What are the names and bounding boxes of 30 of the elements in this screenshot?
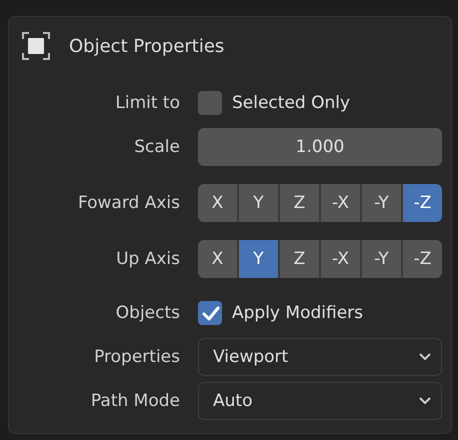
panel-title: Object Properties <box>69 36 224 56</box>
object-icon <box>22 32 50 60</box>
field-label: Foward Axis <box>76 193 180 213</box>
field-label: Path Mode <box>90 391 180 411</box>
chevron-down-icon <box>419 397 431 405</box>
axis-toggle[interactable]: -Y <box>362 240 401 278</box>
field-label: Objects <box>114 303 180 323</box>
axis-toggle[interactable]: -Z <box>403 184 442 222</box>
axis-toggle[interactable]: -X <box>321 240 360 278</box>
axis-toggle[interactable]: -Z <box>403 240 442 278</box>
field-label: Limit to <box>114 93 180 113</box>
axis-toggle[interactable]: -X <box>321 184 360 222</box>
checkbox-label: Selected Only <box>232 93 350 113</box>
field-label: Scale <box>133 137 180 157</box>
checkbox[interactable] <box>198 91 222 115</box>
dropdown[interactable]: Viewport <box>198 338 442 376</box>
axis-toggle[interactable]: X <box>198 184 237 222</box>
number-field[interactable]: 1.000 <box>198 128 442 166</box>
axis-toggle[interactable]: Y <box>239 240 278 278</box>
axis-toggle[interactable]: Y <box>239 184 278 222</box>
field-label: Up Axis <box>115 249 180 269</box>
axis-toggle[interactable]: Z <box>280 184 319 222</box>
checkbox-label: Apply Modifiers <box>232 303 363 323</box>
axis-toggle[interactable]: -Y <box>362 184 401 222</box>
axis-toggle[interactable]: X <box>198 240 237 278</box>
dropdown[interactable]: Auto <box>198 382 442 420</box>
chevron-down-icon <box>419 353 431 361</box>
axis-toggle[interactable]: Z <box>280 240 319 278</box>
checkbox[interactable] <box>198 301 222 325</box>
field-label: Properties <box>93 347 180 367</box>
